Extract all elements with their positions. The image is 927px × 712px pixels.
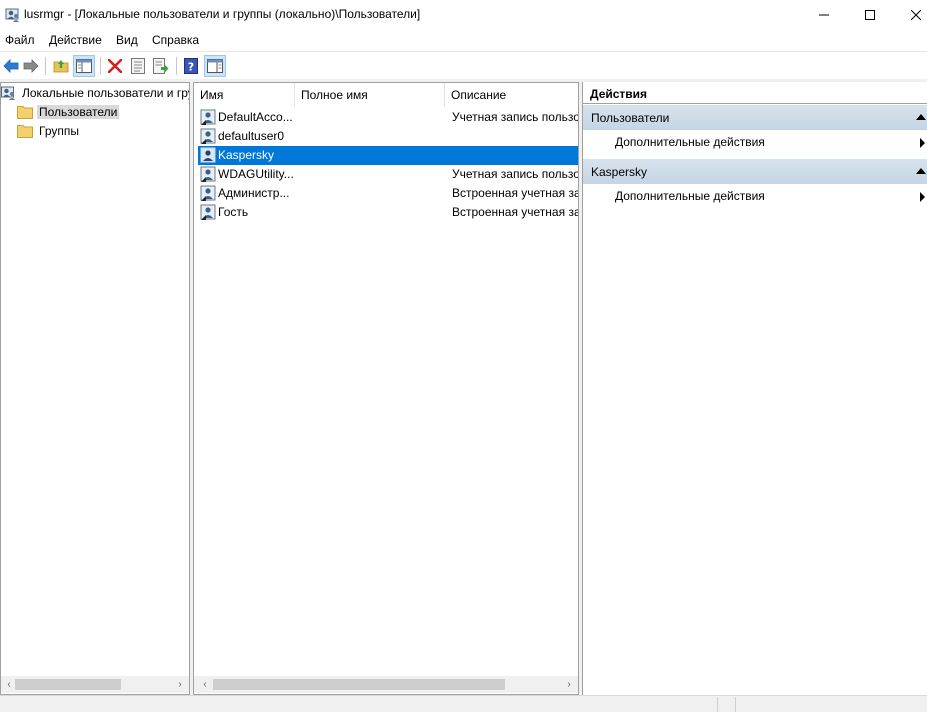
folder-icon — [17, 106, 33, 119]
export-list-button[interactable] — [150, 55, 172, 77]
delete-button[interactable] — [104, 55, 126, 77]
show-hide-tree-icon — [76, 59, 92, 73]
window-title: lusrmgr - [Локальные пользователи и груп… — [24, 7, 421, 21]
user-account-icon — [200, 147, 216, 163]
export-list-icon — [153, 58, 169, 74]
user-account-icon — [200, 185, 216, 201]
user-account-icon — [200, 166, 216, 182]
actions-group-users[interactable]: Пользователи — [583, 105, 927, 130]
console-body: Локальные пользователи и гру Пользовател… — [0, 79, 927, 695]
list-pane: Имя Полное имя Описание DefaultAcco... У… — [193, 82, 579, 695]
toolbar-separator — [100, 57, 101, 75]
status-separator — [717, 697, 718, 712]
column-header-fullname[interactable]: Полное имя — [295, 83, 445, 107]
close-icon — [911, 10, 921, 20]
tree-pane: Локальные пользователи и гру Пользовател… — [0, 82, 190, 695]
tree-item-users-label: Пользователи — [37, 105, 120, 119]
actions-group-users-label: Пользователи — [591, 111, 670, 125]
cell-name: WDAGUtility... — [218, 167, 294, 181]
toolbar-separator — [45, 57, 46, 75]
cell-name: Гость — [218, 205, 249, 219]
menu-action[interactable]: Действие — [49, 33, 102, 47]
tree-root[interactable]: Локальные пользователи и гру — [1, 84, 190, 102]
maximize-button[interactable] — [847, 0, 893, 30]
actions-pane: Действия Пользователи Дополнительные дей… — [582, 82, 927, 695]
tree-item-groups-label: Группы — [39, 124, 79, 138]
cell-name: DefaultAcco... — [218, 110, 293, 124]
cell-description: Встроенная учетная зап — [452, 186, 578, 200]
cell-name: Kaspersky — [218, 148, 275, 162]
table-row[interactable]: Администр... Встроенная учетная зап — [198, 184, 578, 203]
tree-item-groups[interactable]: Группы — [17, 122, 81, 140]
cell-name: defaultuser0 — [218, 129, 285, 143]
table-row-selected[interactable]: Kaspersky — [198, 146, 578, 165]
show-action-pane-button[interactable] — [204, 55, 226, 77]
close-button[interactable] — [893, 0, 927, 30]
list-horizontal-scrollbar[interactable]: ‹ › — [194, 676, 578, 693]
toolbar: ? — [0, 51, 927, 79]
minimize-button[interactable] — [801, 0, 847, 30]
action-more-actions-users[interactable]: Дополнительные действия — [615, 135, 765, 149]
scroll-right-icon[interactable]: › — [562, 677, 576, 691]
minimize-icon — [819, 14, 829, 16]
cell-description: Встроенная учетная зап — [452, 205, 578, 219]
up-folder-button[interactable] — [50, 55, 72, 77]
user-account-icon — [200, 128, 216, 144]
scroll-left-icon[interactable]: ‹ — [2, 677, 16, 691]
back-button[interactable] — [0, 55, 22, 77]
back-icon — [3, 59, 19, 73]
tree-root-label: Локальные пользователи и гру — [22, 86, 190, 100]
properties-button[interactable] — [127, 55, 149, 77]
local-users-groups-icon — [1, 86, 15, 100]
svg-text:?: ? — [188, 61, 194, 74]
column-header-description[interactable]: Описание — [445, 83, 578, 107]
help-button[interactable]: ? — [180, 55, 202, 77]
cell-description: Учетная запись пользо — [452, 110, 578, 124]
menu-help[interactable]: Справка — [152, 33, 199, 47]
actions-title: Действия — [583, 82, 927, 104]
title-bar: lusrmgr - [Локальные пользователи и груп… — [0, 0, 927, 30]
menu-bar: Файл Действие Вид Справка — [0, 30, 927, 51]
toolbar-separator — [176, 57, 177, 75]
forward-icon — [23, 59, 39, 73]
scroll-left-icon[interactable]: ‹ — [198, 677, 212, 691]
cell-name: Администр... — [218, 186, 290, 200]
table-row[interactable]: Гость Встроенная учетная зап — [198, 203, 578, 222]
action-more-actions-kaspersky[interactable]: Дополнительные действия — [615, 189, 765, 203]
forward-button[interactable] — [20, 55, 42, 77]
collapse-icon[interactable] — [916, 168, 926, 174]
show-hide-tree-button[interactable] — [73, 55, 95, 77]
tree-item-users[interactable]: Пользователи — [17, 103, 120, 121]
submenu-arrow-icon[interactable] — [920, 138, 925, 148]
app-users-icon — [5, 8, 19, 22]
menu-file[interactable]: Файл — [5, 33, 35, 47]
user-account-icon — [200, 204, 216, 220]
table-row[interactable]: WDAGUtility... Учетная запись пользо — [198, 165, 578, 184]
properties-icon — [131, 58, 145, 74]
actions-group-kaspersky-label: Kaspersky — [591, 165, 648, 179]
status-separator — [735, 697, 736, 712]
scrollbar-thumb[interactable] — [213, 679, 505, 690]
scrollbar-thumb[interactable] — [15, 679, 121, 690]
collapse-icon[interactable] — [916, 114, 926, 120]
submenu-arrow-icon[interactable] — [920, 192, 925, 202]
user-account-icon — [200, 109, 216, 125]
show-action-pane-icon — [207, 59, 223, 73]
delete-icon — [108, 59, 122, 73]
menu-view[interactable]: Вид — [116, 33, 138, 47]
column-header-name[interactable]: Имя — [194, 83, 295, 107]
actions-group-kaspersky[interactable]: Kaspersky — [583, 159, 927, 184]
tree-horizontal-scrollbar[interactable]: ‹ › — [1, 676, 189, 693]
scroll-right-icon[interactable]: › — [173, 677, 187, 691]
folder-icon — [17, 125, 33, 138]
status-bar — [0, 695, 927, 712]
cell-description: Учетная запись пользо — [452, 167, 578, 181]
up-folder-icon — [53, 60, 69, 73]
maximize-icon — [865, 10, 875, 20]
table-row[interactable]: defaultuser0 — [198, 127, 578, 146]
table-row[interactable]: DefaultAcco... Учетная запись пользо — [198, 108, 578, 127]
help-icon: ? — [184, 58, 198, 74]
